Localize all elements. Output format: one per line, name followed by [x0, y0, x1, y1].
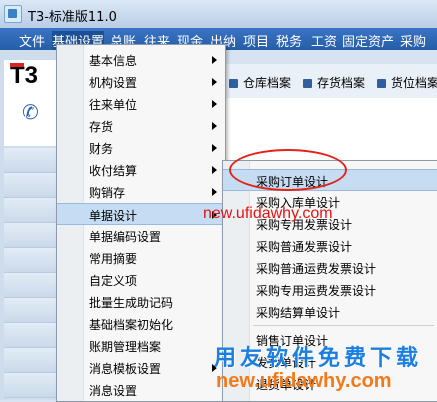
menu-purchase[interactable]: 采购: [400, 31, 426, 50]
basic-settings-menu: 基本信息 机构设置 往来单位 存货 财务 收付结算 购销存 单据设计 单据编码设…: [56, 44, 226, 402]
phone-icon: ✆: [22, 100, 39, 124]
left-nav-item[interactable]: [4, 323, 56, 348]
menu-item-archive-init[interactable]: 基础档案初始化: [57, 313, 225, 335]
submenu-arrow-icon: [212, 166, 217, 174]
menu-item-message-template[interactable]: 消息模板设置: [57, 357, 225, 379]
menu-item-inventory[interactable]: 存货: [57, 115, 225, 137]
inventory-icon: [303, 79, 312, 88]
left-nav-item[interactable]: [4, 148, 56, 173]
menu-item-general-invoice-design[interactable]: 采购普通发票设计: [223, 235, 437, 257]
menu-item-settlement-design[interactable]: 采购结算单设计: [223, 301, 437, 323]
left-panel: T3 ✆: [0, 50, 57, 400]
toolbar-inventory[interactable]: 存货档案: [303, 74, 365, 91]
menu-payroll[interactable]: 工资: [311, 31, 337, 50]
watermark-url-bottom: new.ufidawhy.com: [216, 370, 392, 392]
submenu-arrow-icon: [212, 100, 217, 108]
left-nav-item[interactable]: [4, 173, 56, 198]
left-nav-item[interactable]: [4, 248, 56, 273]
menu-item-batch-mnemonic[interactable]: 批量生成助记码: [57, 291, 225, 313]
left-nav-item[interactable]: [4, 298, 56, 323]
menu-fixed-assets[interactable]: 固定资产: [342, 31, 394, 50]
submenu-arrow-icon: [212, 144, 217, 152]
window-title: T3-标准版11.0: [28, 10, 117, 25]
menu-item-finance[interactable]: 财务: [57, 137, 225, 159]
watermark-url: new.ufidawhy.com: [203, 205, 333, 222]
menu-file[interactable]: 文件: [19, 31, 45, 50]
menu-item-business-units[interactable]: 往来单位: [57, 93, 225, 115]
title-bar: T3-标准版11.0: [0, 0, 437, 28]
menu-item-settlement[interactable]: 收付结算: [57, 159, 225, 181]
annotation-circle: [229, 149, 347, 191]
menu-item-document-design[interactable]: 单据设计: [57, 203, 225, 225]
menu-item-custom-fields[interactable]: 自定义项: [57, 269, 225, 291]
t3-logo: T3: [10, 62, 39, 89]
warehouse-icon: [229, 79, 238, 88]
menu-separator: [253, 325, 434, 326]
menu-project[interactable]: 项目: [243, 31, 269, 50]
menu-tax[interactable]: 税务: [276, 31, 302, 50]
app-icon: [4, 5, 22, 23]
submenu-arrow-icon: [212, 122, 217, 130]
submenu-arrow-icon: [212, 188, 217, 196]
left-nav: [4, 148, 56, 398]
toolbar: 仓库档案 存货档案 货位档案: [225, 64, 437, 99]
menu-item-message-settings[interactable]: 消息设置: [57, 379, 225, 401]
toolbar-location[interactable]: 货位档案: [377, 74, 437, 91]
menu-item-basic-info[interactable]: 基本信息: [57, 49, 225, 71]
menu-item-org-settings[interactable]: 机构设置: [57, 71, 225, 93]
menu-item-document-numbering[interactable]: 单据编码设置: [57, 225, 225, 247]
toolbar-warehouse[interactable]: 仓库档案: [229, 74, 291, 91]
left-nav-item[interactable]: [4, 198, 56, 223]
menu-item-period-archive[interactable]: 账期管理档案: [57, 335, 225, 357]
left-nav-item[interactable]: [4, 273, 56, 298]
submenu-arrow-icon: [212, 78, 217, 86]
menu-item-general-freight-invoice-design[interactable]: 采购普通运费发票设计: [223, 257, 437, 279]
location-icon: [377, 79, 386, 88]
menu-item-purchase-sales[interactable]: 购销存: [57, 181, 225, 203]
menu-item-special-freight-invoice-design[interactable]: 采购专用运费发票设计: [223, 279, 437, 301]
left-nav-item[interactable]: [4, 373, 56, 398]
left-nav-item[interactable]: [4, 223, 56, 248]
watermark-chinese: 用友软件免费下载: [214, 346, 423, 371]
left-nav-item[interactable]: [4, 348, 56, 373]
logo-area: T3 ✆: [4, 60, 56, 146]
menu-item-common-summary[interactable]: 常用摘要: [57, 247, 225, 269]
submenu-arrow-icon: [212, 56, 217, 64]
